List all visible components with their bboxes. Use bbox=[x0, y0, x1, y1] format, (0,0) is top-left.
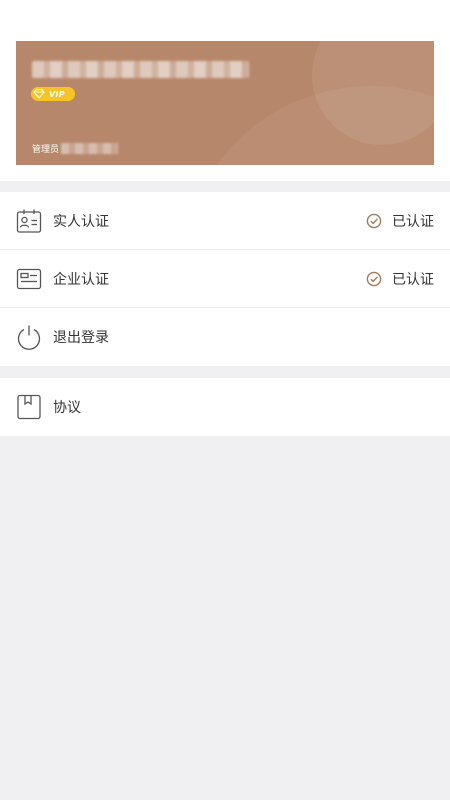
bookmark-document-icon bbox=[17, 394, 41, 420]
check-circle-icon bbox=[366, 213, 382, 228]
card-decoration-arc bbox=[181, 86, 434, 165]
verified-status: 已认证 bbox=[366, 211, 434, 231]
menu-item-enterprise-auth[interactable]: 企业认证 已认证 bbox=[0, 250, 450, 308]
menu-label: 退出登录 bbox=[53, 330, 109, 346]
check-circle-icon bbox=[366, 271, 382, 286]
blurred-company-name bbox=[32, 61, 249, 78]
menu-label: 协议 bbox=[53, 400, 81, 416]
profile-card[interactable]: VIP 管理员 bbox=[16, 41, 434, 165]
auth-menu-section: 实人认证 已认证 企业认证 已认证 退出登录 bbox=[0, 192, 450, 366]
menu-label: 实人认证 bbox=[53, 213, 109, 230]
menu-item-logout[interactable]: 退出登录 bbox=[0, 308, 450, 366]
diamond-icon bbox=[33, 89, 45, 99]
blurred-user-name bbox=[61, 143, 119, 154]
vip-label: VIP bbox=[49, 89, 65, 99]
vip-badge: VIP bbox=[31, 87, 75, 101]
other-menu-section: 协议 bbox=[0, 378, 450, 436]
menu-item-real-name-auth[interactable]: 实人认证 已认证 bbox=[0, 192, 450, 250]
status-text: 已认证 bbox=[392, 271, 434, 288]
menu-label: 企业认证 bbox=[53, 271, 109, 288]
id-card-icon bbox=[16, 209, 42, 233]
verified-status: 已认证 bbox=[366, 269, 434, 289]
status-text: 已认证 bbox=[392, 213, 434, 230]
role-label: 管理员 bbox=[32, 145, 60, 155]
power-icon bbox=[17, 325, 41, 350]
business-card-icon bbox=[16, 268, 42, 289]
role-line: 管理员 bbox=[32, 142, 119, 155]
header-area: VIP 管理员 bbox=[0, 0, 450, 181]
menu-item-agreement[interactable]: 协议 bbox=[0, 378, 450, 436]
